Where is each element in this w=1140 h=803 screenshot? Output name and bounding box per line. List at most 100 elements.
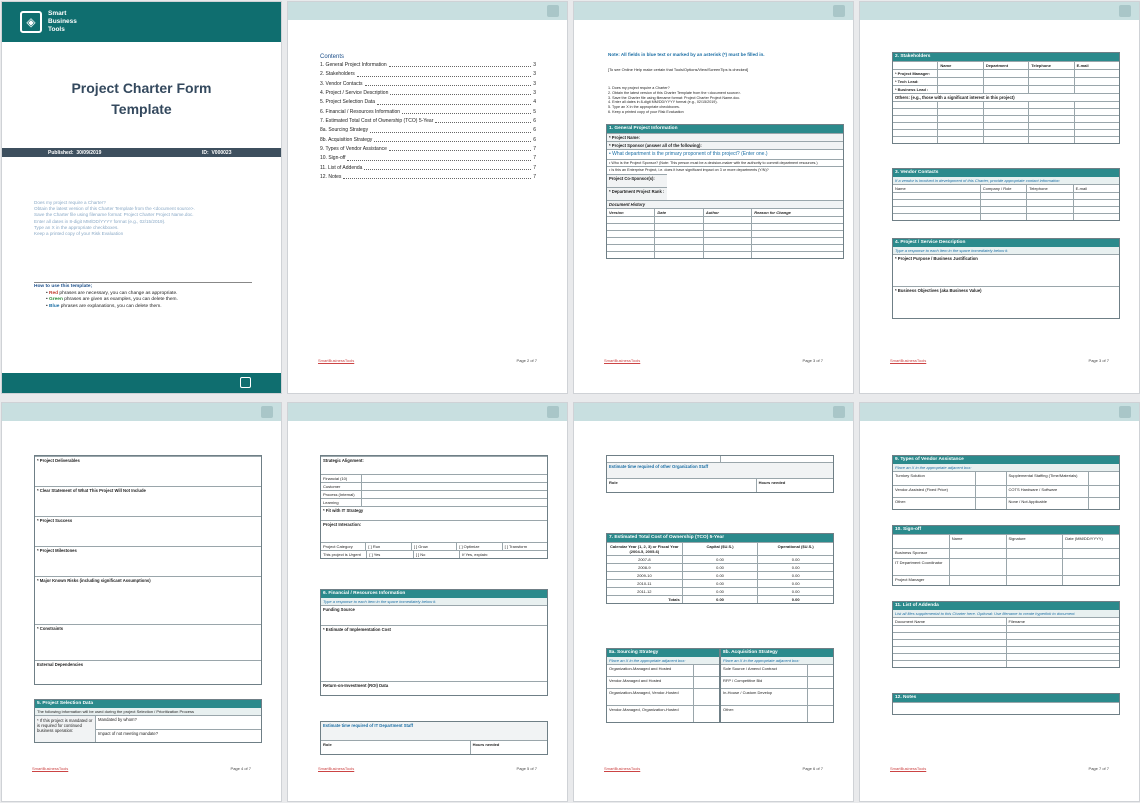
dependencies-field[interactable]: External Dependencies: [35, 660, 261, 684]
table-row[interactable]: [893, 101, 1119, 109]
success-field[interactable]: * Project Success: [35, 516, 261, 546]
table-row[interactable]: Sole Source / Amend Contract: [721, 663, 833, 676]
table-row[interactable]: Process (Internal): [321, 490, 547, 498]
mandated-by-field[interactable]: Mandated by whom?: [96, 716, 261, 729]
sponsor-q3[interactable]: • Is this an Enterprise Project, i.e. do…: [607, 166, 843, 174]
table-row[interactable]: Learning: [321, 498, 547, 506]
toc-item[interactable]: 12. Notes 7: [320, 174, 536, 180]
table-row[interactable]: [893, 638, 1119, 646]
table-row[interactable]: Vendor-Managed, Organization-Hosted: [607, 704, 719, 722]
table-row[interactable]: In-House / Custom Develop: [721, 687, 833, 705]
table-row[interactable]: [893, 129, 1119, 137]
table-row[interactable]: * Business Lead :: [893, 84, 1119, 93]
toc-item[interactable]: 2. Stakeholders 3: [320, 71, 536, 77]
table-row[interactable]: * Tech Lead:: [893, 76, 1119, 85]
table-row[interactable]: Role Hours needed: [321, 740, 547, 754]
table-row[interactable]: Customer: [321, 482, 547, 490]
page-general-info[interactable]: Note: All fields in blue text or marked …: [573, 1, 854, 394]
table-row[interactable]: [607, 237, 843, 245]
toc-item[interactable]: 8b. Acquisition Strategy 6: [320, 137, 536, 143]
milestones-field[interactable]: * Project Milestones: [35, 546, 261, 576]
table-row[interactable]: IT Department Coordinator: [893, 557, 1119, 575]
table-row[interactable]: Vendor-Assisted (Fixed Price) COTS Hardwa…: [893, 484, 1119, 497]
table-row[interactable]: [893, 108, 1119, 116]
dept-rank-field[interactable]: * Department Project Rank :: [607, 186, 667, 200]
estimate-field[interactable]: * Estimate of Implementation Cost: [321, 624, 547, 681]
footer-link[interactable]: SmartBusinessTools: [318, 358, 354, 363]
sponsor-q2[interactable]: • Who is the Project Sponsor? (Note: Thi…: [607, 158, 843, 167]
toc-item[interactable]: 1. General Project Information 3: [320, 62, 536, 68]
fit-it-field[interactable]: * Fit with IT Strategy: [321, 506, 547, 520]
table-row[interactable]: 2009-10 0.00 0.00: [607, 570, 833, 579]
table-row[interactable]: [893, 205, 1119, 213]
toc-item[interactable]: 6. Financial / Resources Information 5: [320, 109, 536, 115]
toc-item[interactable]: 9. Types of Vendor Assistance 7: [320, 146, 536, 152]
toc-item[interactable]: 7. Estimated Total Cost of Ownership (TC…: [320, 118, 536, 124]
roi-field[interactable]: Return-on-Investment (ROI) Data: [321, 680, 547, 695]
table-row[interactable]: RFP / Competitive Bid: [721, 675, 833, 688]
footer-link[interactable]: SmartBusinessTools: [318, 766, 354, 771]
table-row[interactable]: [893, 115, 1119, 123]
not-include-field[interactable]: * Clear Statement of What This Project W…: [35, 486, 261, 516]
table-row[interactable]: [893, 659, 1119, 667]
table-row[interactable]: [893, 122, 1119, 130]
page-contents[interactable]: Contents 1. General Project Information 3…: [287, 1, 568, 394]
page-selection[interactable]: * Project Deliverables * Clear Statement…: [1, 402, 282, 802]
table-row[interactable]: [607, 244, 843, 252]
table-row[interactable]: 2010-11 0.00 0.00: [607, 578, 833, 587]
page-financial[interactable]: Strategic Alignment: Financial (10) Cust…: [287, 402, 568, 802]
objectives-field[interactable]: * Business Objectives (aka Business Valu…: [893, 285, 1119, 318]
footer-link[interactable]: SmartBusinessTools: [604, 766, 640, 771]
table-row[interactable]: Turnkey Solution Supplemental Staffing (T…: [893, 470, 1119, 485]
table-row[interactable]: Project Manager: [893, 574, 1119, 585]
footer-link[interactable]: SmartBusinessTools: [32, 766, 68, 771]
deliverables-field[interactable]: * Project Deliverables: [35, 456, 261, 486]
toc-item[interactable]: 3. Vendor Contacts 3: [320, 81, 536, 87]
table-row[interactable]: Other: None / Not Applicable: [893, 496, 1119, 509]
table-row[interactable]: Financial (10): [321, 474, 547, 482]
notes-field[interactable]: [893, 701, 1119, 714]
table-row[interactable]: [893, 212, 1119, 220]
table-row[interactable]: [607, 216, 843, 224]
page-tco[interactable]: Estimate time required of other Organiza…: [573, 402, 854, 802]
cosponsor-field[interactable]: Project Co-Sponsor(s):: [607, 173, 667, 187]
funding-field[interactable]: Funding Source: [321, 604, 547, 625]
table-row[interactable]: 2007-8 0.00 0.00: [607, 554, 833, 563]
table-row[interactable]: Vendor-Managed and Hosted: [607, 675, 719, 688]
page-signoff[interactable]: 9. Types of Vendor Assistance Place an X…: [859, 402, 1140, 802]
category-row[interactable]: Project Category[ ] Run[ ] Grow[ ] Optim…: [321, 542, 547, 550]
footer-link[interactable]: SmartBusinessTools: [604, 358, 640, 363]
toc-item[interactable]: 5. Project Selection Data 4: [320, 99, 536, 105]
table-row[interactable]: [607, 456, 833, 462]
toc-item[interactable]: 8a. Sourcing Strategy 6: [320, 127, 536, 133]
table-row[interactable]: 2008-9 0.00 0.00: [607, 562, 833, 571]
table-row[interactable]: Organization-Managed, Vendor-Hosted: [607, 687, 719, 705]
table-row[interactable]: Organization-Managed and Hosted: [607, 663, 719, 676]
toc-item[interactable]: 10. Sign-off 7: [320, 155, 536, 161]
table-row[interactable]: [607, 251, 843, 259]
table-row[interactable]: [607, 230, 843, 238]
impact-field[interactable]: Impact of not meeting mandate?: [96, 728, 261, 742]
page-stakeholders[interactable]: 2. Stakeholders Name Department Telephone E…: [859, 1, 1140, 394]
table-row[interactable]: [607, 223, 843, 231]
strategic-alignment-field[interactable]: Strategic Alignment:: [321, 456, 547, 474]
footer-link[interactable]: SmartBusinessTools: [890, 358, 926, 363]
page-cover[interactable]: ◈ Smart Business Tools Project Charter For…: [1, 1, 282, 394]
risks-field[interactable]: * Major Known Risks (including significa…: [35, 576, 261, 624]
table-row[interactable]: 2011-12 0.00 0.00: [607, 586, 833, 595]
table-row[interactable]: Business Sponsor: [893, 547, 1119, 558]
purpose-field[interactable]: * Project Purpose / Business Justificati…: [893, 253, 1119, 286]
constraints-field[interactable]: * Constraints: [35, 624, 261, 660]
sponsor-q1[interactable]: • What department is the primary propone…: [607, 149, 843, 158]
table-row[interactable]: Role Hours needed: [607, 478, 833, 492]
table-row[interactable]: [893, 136, 1119, 144]
table-row[interactable]: [893, 191, 1119, 199]
footer-link[interactable]: SmartBusinessTools: [890, 766, 926, 771]
table-row[interactable]: [893, 645, 1119, 653]
table-row[interactable]: [893, 198, 1119, 206]
table-row[interactable]: [893, 624, 1119, 632]
table-row[interactable]: * Project Manager:: [893, 68, 1119, 77]
project-name-field[interactable]: * Project Name:: [607, 132, 843, 142]
urgent-row[interactable]: This project is Urgent[ ] Yes[ ] No If Ye…: [321, 550, 547, 558]
interaction-field[interactable]: Project Interaction:: [321, 520, 547, 542]
